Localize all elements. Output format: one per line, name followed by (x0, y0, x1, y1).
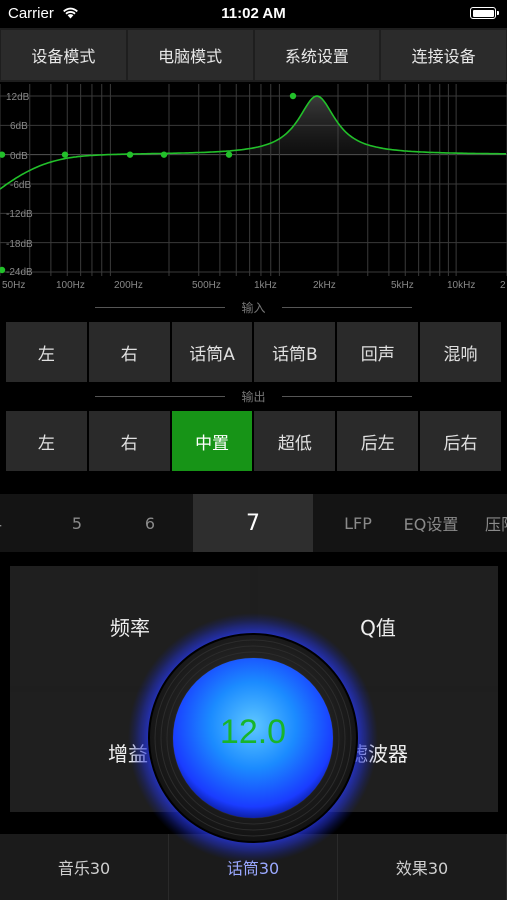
eq-band-point[interactable] (160, 151, 168, 158)
tab-system-settings[interactable]: 系统设置 (254, 30, 380, 80)
input-mic-a-button[interactable]: 话筒A (171, 322, 253, 382)
eq-ytick: -18dB (6, 239, 33, 250)
top-tab-bar: 设备模式 电脑模式 系统设置 连接设备 (0, 28, 507, 82)
eq-xtick: 2 (500, 280, 506, 291)
eq-xtick: 1kHz (254, 280, 277, 291)
eq-chart[interactable]: 12dB 6dB 0dB -6dB -12dB -18dB -24dB 50Hz… (0, 84, 507, 294)
input-left-button[interactable]: 左 (6, 322, 87, 382)
eq-band-point[interactable] (289, 92, 297, 100)
output-center-button[interactable]: 中置 (171, 411, 253, 471)
eq-xtick: 200Hz (114, 280, 143, 291)
output-rear-left-button[interactable]: 后左 (337, 411, 419, 471)
output-left-button[interactable]: 左 (6, 411, 87, 471)
eq-ytick: 12dB (6, 92, 30, 103)
output-section-label: 输出 (0, 387, 507, 407)
tab-pc-mode[interactable]: 电脑模式 (127, 30, 253, 80)
output-right-button[interactable]: 右 (88, 411, 170, 471)
band-item[interactable]: 6 (120, 494, 180, 552)
status-time: 11:02 AM (221, 5, 286, 22)
band-item-lfp[interactable]: LFP (328, 494, 388, 552)
band-item-limiter[interactable]: 压限 (485, 494, 507, 552)
knob-value: 12.0 (219, 713, 287, 751)
eq-band-point[interactable] (225, 151, 233, 158)
eq-xtick: 2kHz (313, 280, 336, 291)
eq-ytick: -24dB (6, 267, 33, 278)
output-rear-right-button[interactable]: 后右 (420, 411, 501, 471)
band-item[interactable]: 5 (47, 494, 107, 552)
eq-ytick: 0dB (10, 151, 28, 162)
eq-xtick: 10kHz (447, 280, 475, 291)
eq-ytick: -12dB (6, 209, 33, 220)
output-channel-row: 左 右 中置 超低 后左 后右 (6, 411, 501, 471)
eq-band-point[interactable] (61, 151, 69, 158)
eq-xtick: 50Hz (2, 280, 25, 291)
eq-ytick: 6dB (10, 121, 28, 132)
input-echo-button[interactable]: 回声 (337, 322, 419, 382)
tab-connect-device[interactable]: 连接设备 (381, 30, 506, 80)
input-reverb-button[interactable]: 混响 (420, 322, 501, 382)
tab-device-mode[interactable]: 设备模式 (1, 30, 126, 80)
eq-ytick: -6dB (10, 180, 31, 191)
input-mic-b-button[interactable]: 话筒B (254, 322, 336, 382)
band-item-eq-settings[interactable]: EQ设置 (396, 494, 466, 552)
band-selector: 4 5 6 7 LFP EQ设置 压限 (0, 494, 507, 552)
eq-xtick: 500Hz (192, 280, 221, 291)
input-channel-row: 左 右 话筒A 话筒B 回声 混响 (6, 322, 501, 382)
band-item-selected[interactable]: 7 (193, 494, 313, 552)
output-subwoofer-button[interactable]: 超低 (254, 411, 336, 471)
band-item[interactable]: 4 (0, 494, 20, 552)
eq-band-point[interactable] (126, 151, 134, 158)
battery-icon (470, 7, 499, 19)
eq-xtick: 100Hz (56, 280, 85, 291)
eq-xtick: 5kHz (391, 280, 414, 291)
input-right-button[interactable]: 右 (88, 322, 170, 382)
input-section-label: 输入 (0, 298, 507, 318)
